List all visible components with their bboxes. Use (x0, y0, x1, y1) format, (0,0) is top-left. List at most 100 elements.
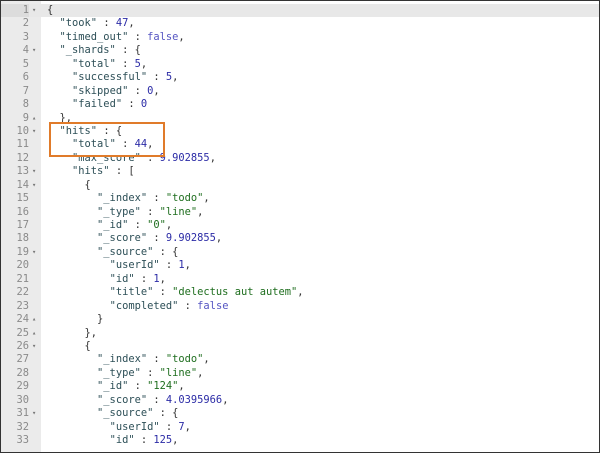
json-value: "124" (147, 380, 179, 393)
code-line[interactable]: 26 ▾ { (1, 340, 599, 353)
code-line[interactable]: 19 ▾ "_source" : { (1, 246, 599, 259)
fold-collapse-icon[interactable]: ▾ (32, 340, 40, 353)
line-number: 11 (16, 138, 29, 151)
code-line[interactable]: 31 ▾ "_source" : { (1, 407, 599, 420)
code-line[interactable]: 22 "title" : "delectus aut autem", (1, 286, 599, 299)
line-number: 19 (16, 245, 29, 258)
json-key: "max_score" (72, 151, 141, 164)
code-line[interactable]: 28 "_type" : "line", (1, 367, 599, 380)
code-line[interactable]: 8 "failed" : 0 (1, 98, 599, 111)
colon: : (147, 232, 166, 245)
punctuation: , (209, 151, 216, 164)
colon: : (159, 259, 179, 272)
line-number: 4 (22, 44, 29, 57)
json-key: "userId" (109, 420, 160, 433)
line-number: 33 (16, 434, 29, 446)
code-text: "hits" : [ (47, 165, 135, 178)
json-value: 125 (153, 434, 173, 446)
bracket: { (84, 339, 91, 352)
colon: : (115, 44, 135, 57)
fold-expand-icon[interactable]: ▴ (32, 313, 40, 326)
code-line[interactable]: 2 "took" : 47, (1, 17, 599, 30)
punctuation: , (147, 138, 154, 151)
code-line[interactable]: 7 "skipped" : 0, (1, 85, 599, 98)
code-line[interactable]: 6 "successful" : 5, (1, 71, 599, 84)
json-key: "id" (109, 272, 135, 285)
code-line[interactable]: 10 ▾ "hits" : { (1, 125, 599, 138)
line-number: 29 (16, 380, 29, 393)
code-line[interactable]: 21 "id" : 1, (1, 273, 599, 286)
code-line[interactable]: 12 "max_score" : 9.902855, (1, 152, 599, 165)
code-line[interactable]: 11 "total" : 44, (1, 138, 599, 151)
punctuation: , (159, 272, 166, 285)
colon: : (178, 299, 198, 312)
colon: : (153, 286, 173, 299)
fold-collapse-icon[interactable]: ▾ (32, 165, 40, 178)
line-number: 5 (22, 57, 29, 70)
line-number: 17 (16, 219, 29, 231)
line-number: 7 (22, 84, 29, 97)
json-value: "delectus aut autem" (172, 286, 298, 299)
code-line[interactable]: 3 "timed_out" : false, (1, 31, 599, 44)
fold-expand-icon[interactable]: ▴ (32, 327, 40, 340)
line-number: 30 (16, 393, 29, 406)
punctuation: , (197, 366, 204, 379)
code-line[interactable]: 9 ▴ }, (1, 112, 599, 125)
line-number: 28 (16, 366, 29, 379)
punctuation: [ (128, 165, 135, 178)
json-key: "_index" (97, 353, 148, 366)
code-line[interactable]: 20 "userId" : 1, (1, 259, 599, 272)
code-text: }, (47, 326, 98, 340)
line-number: 20 (16, 259, 29, 272)
punctuation: { (172, 245, 179, 258)
json-key: "_shards" (59, 44, 116, 57)
colon: : (128, 219, 148, 231)
code-line[interactable]: 18 "_score" : 9.902855, (1, 232, 599, 245)
punctuation: , (203, 353, 210, 366)
punctuation: , (297, 286, 304, 299)
code-line[interactable]: 29 "_id" : "124", (1, 380, 599, 393)
line-number: 32 (16, 420, 29, 433)
punctuation: , (172, 71, 179, 84)
code-line[interactable]: 16 "_type" : "line", (1, 206, 599, 219)
code-line[interactable]: 33 "id" : 125, (1, 434, 599, 447)
colon: : (122, 98, 141, 111)
code-line[interactable]: 32 "userId" : 7, (1, 421, 599, 434)
code-text: { (47, 4, 53, 17)
line-number: 24 (16, 313, 29, 326)
code-line[interactable]: 30 "_score" : 4.0395966, (1, 394, 599, 407)
code-text: "_source" : { (47, 246, 178, 259)
json-value: 9.902855 (165, 232, 216, 245)
code-line[interactable]: 25 ▴ }, (1, 327, 599, 340)
code-line[interactable]: 13 ▾ "hits" : [ (1, 165, 599, 178)
colon: : (97, 124, 116, 137)
json-key: "id" (109, 434, 135, 446)
code-line[interactable]: 15 "_index" : "todo", (1, 192, 599, 205)
code-line[interactable]: 23 "completed" : false (1, 300, 599, 313)
code-line[interactable]: 4 ▾ "_shards" : { (1, 44, 599, 57)
fold-collapse-icon[interactable]: ▾ (32, 44, 40, 57)
punctuation: { (134, 44, 141, 57)
line-number: 3 (22, 30, 29, 43)
punctuation: , (165, 219, 173, 231)
code-line[interactable]: 1 ▾ { (1, 4, 599, 18)
json-value: "todo" (165, 353, 204, 366)
fold-collapse-icon[interactable]: ▾ (32, 125, 40, 138)
bracket: }, (84, 326, 98, 339)
fold-expand-icon[interactable]: ▴ (32, 112, 40, 125)
code-line[interactable]: 5 "total" : 5, (1, 58, 599, 71)
punctuation: , (172, 434, 179, 446)
code-text: "failed" : 0 (47, 98, 147, 111)
code-line[interactable]: 17 "_id" : "0", (1, 219, 599, 232)
fold-collapse-icon[interactable]: ▾ (32, 246, 40, 259)
line-number: 8 (22, 98, 29, 111)
fold-collapse-icon[interactable]: ▾ (32, 4, 40, 17)
fold-collapse-icon[interactable]: ▾ (32, 179, 40, 192)
code-line[interactable]: 14 ▾ { (1, 179, 599, 192)
json-key: "total" (72, 138, 116, 151)
fold-collapse-icon[interactable]: ▾ (32, 407, 40, 420)
code-line[interactable]: 24 ▴ } (1, 313, 599, 326)
code-text: "total" : 44, (47, 138, 153, 151)
json-response-viewer[interactable]: 1 ▾{2 "took" : 47, 3 "timed_out" : false, 4… (0, 0, 600, 453)
code-line[interactable]: 27 "_index" : "todo", (1, 353, 599, 366)
